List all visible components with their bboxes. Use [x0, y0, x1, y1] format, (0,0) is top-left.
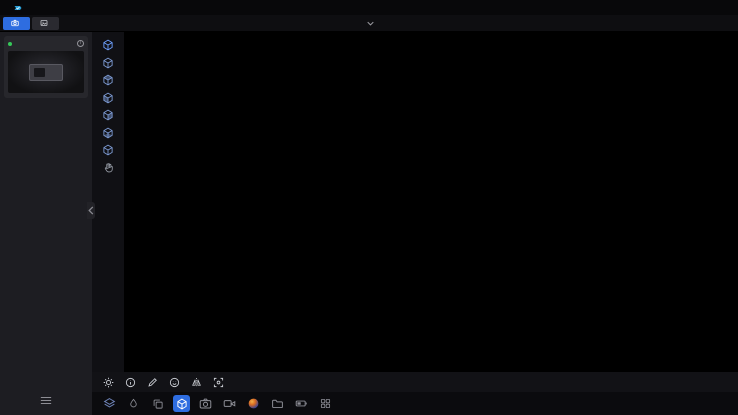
- brightness-button[interactable]: [103, 377, 114, 388]
- point-cloud-canvas[interactable]: [124, 32, 738, 372]
- sticker-button[interactable]: [169, 377, 180, 388]
- pointcloud-3d-icon: [176, 398, 188, 410]
- cube-left-view-icon: [102, 92, 114, 104]
- droplet-button[interactable]: [125, 395, 142, 412]
- folder-icon: [271, 397, 284, 410]
- layers-button[interactable]: [101, 395, 118, 412]
- title-bar: [0, 0, 738, 15]
- sticker-icon: [169, 377, 180, 388]
- apps-grid-icon: [320, 398, 331, 409]
- viewer-region: [92, 32, 738, 372]
- cube-rear-view-icon: [102, 144, 114, 156]
- point-cloud-viewer[interactable]: [124, 32, 738, 372]
- folder-button[interactable]: [269, 395, 286, 412]
- camera-capture-button[interactable]: [197, 395, 214, 412]
- cube-bottom-view-icon: [102, 127, 114, 139]
- view-tool-3d[interactable]: [102, 39, 114, 52]
- brightness-icon: [103, 377, 114, 388]
- capture-frame-icon: [213, 377, 224, 388]
- capture-area-button[interactable]: [213, 377, 224, 388]
- content-area: i: [0, 32, 738, 415]
- sub-bar: [0, 15, 738, 32]
- view-tool-main[interactable]: [102, 57, 114, 70]
- main-panel: [92, 32, 738, 415]
- tab-album[interactable]: [32, 17, 59, 30]
- device-status-dot: [8, 42, 12, 46]
- camera-shutter-icon: [199, 397, 212, 410]
- battery-button[interactable]: [293, 395, 310, 412]
- apps-grid-button[interactable]: [317, 395, 334, 412]
- info-button[interactable]: [125, 377, 136, 388]
- camera-icon: [11, 19, 19, 27]
- thermal-master-window: i: [0, 0, 738, 415]
- view-tool-bottom[interactable]: [102, 127, 114, 140]
- cube-right-view-icon: [102, 109, 114, 121]
- cube-top-view-icon: [102, 74, 114, 86]
- view-tool-right[interactable]: [102, 109, 114, 122]
- palette-sphere-icon: [247, 397, 260, 410]
- battery-icon: [295, 397, 308, 410]
- layers-icon: [103, 397, 116, 410]
- sidebar-collapse-handle[interactable]: [87, 202, 95, 219]
- device-sidebar: i: [0, 32, 92, 415]
- video-record-button[interactable]: [221, 395, 238, 412]
- device-thumbnail[interactable]: [8, 51, 84, 93]
- palette-sphere-button[interactable]: [245, 395, 262, 412]
- device-image: [29, 64, 63, 81]
- brand-badge-icon: [14, 4, 22, 12]
- cube-3d-icon: [102, 39, 114, 51]
- pointcloud-3d-button[interactable]: [173, 395, 190, 412]
- annotate-button[interactable]: [147, 377, 158, 388]
- copy-button[interactable]: [149, 395, 166, 412]
- device-card[interactable]: i: [4, 36, 88, 98]
- view-strip: [92, 32, 124, 372]
- chevron-down-icon: [367, 21, 374, 26]
- view-tool-top[interactable]: [102, 74, 114, 87]
- drag-hand-icon: [103, 162, 114, 173]
- mirror-button[interactable]: [191, 377, 202, 388]
- bottom-toolbar: [92, 392, 738, 415]
- view-tool-drag[interactable]: [103, 162, 114, 174]
- temperature-range-selector[interactable]: [0, 21, 738, 26]
- copy-icon: [152, 398, 164, 410]
- app-logo: [8, 4, 22, 12]
- sidebar-menu-button[interactable]: [40, 392, 52, 410]
- view-tool-rear[interactable]: [102, 144, 114, 157]
- mirror-icon: [191, 377, 202, 388]
- view-tool-left[interactable]: [102, 92, 114, 105]
- droplet-icon: [128, 398, 139, 409]
- video-record-icon: [223, 397, 236, 410]
- info-icon: [125, 377, 136, 388]
- cube-main-view-icon: [102, 57, 114, 69]
- device-header: i: [8, 40, 84, 47]
- pencil-icon: [147, 377, 158, 388]
- viewer-toolbar: [92, 372, 738, 392]
- device-info-icon[interactable]: i: [77, 40, 84, 47]
- tab-camera[interactable]: [3, 17, 30, 30]
- album-icon: [40, 19, 48, 27]
- mode-tabs: [3, 17, 59, 30]
- chevron-left-icon: [88, 206, 94, 215]
- hamburger-menu-icon: [40, 396, 52, 405]
